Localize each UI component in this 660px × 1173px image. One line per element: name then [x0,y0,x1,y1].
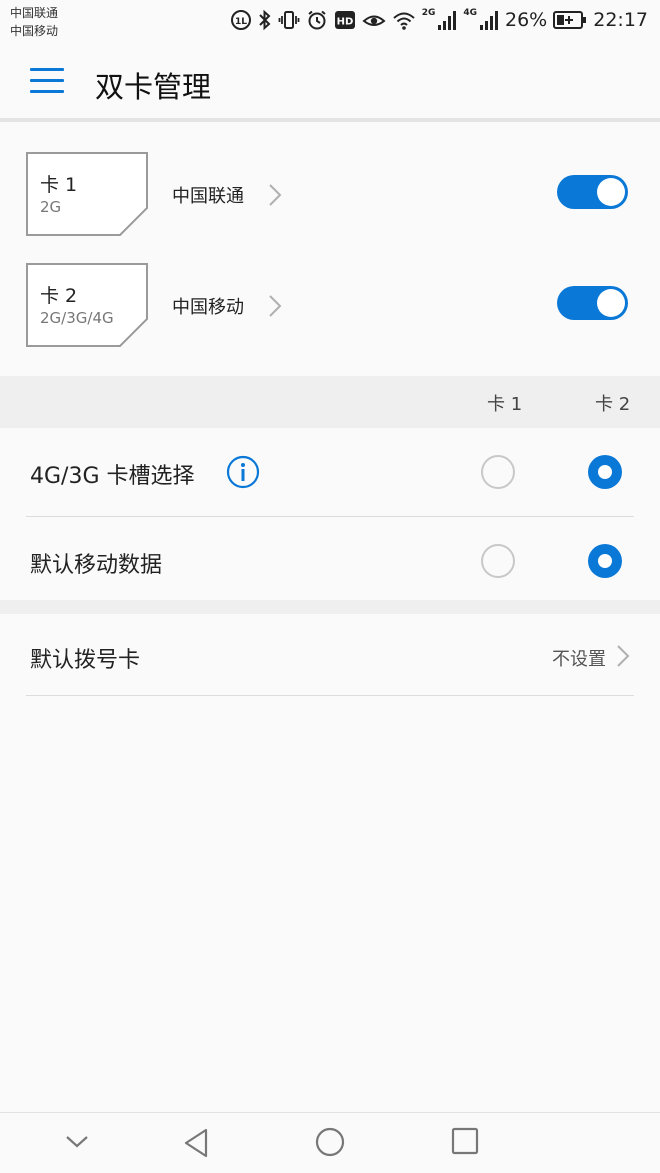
sim-2-carrier: 中国移动 [172,297,244,318]
carrier-2-label: 中国移动 [10,24,59,38]
sim-1-row: 卡 1 2G 中国联通 [0,150,660,240]
default-data-card1-radio[interactable] [481,544,515,578]
battery-charging-icon [553,11,587,29]
default-dial-row[interactable]: 默认拨号卡 不设置 [0,614,660,696]
info-icon[interactable] [226,455,260,489]
eye-comfort-icon [362,15,386,26]
column-card-2: 卡 2 [595,394,631,415]
status-icons: 1L HD 2G 4G 26% 22:17 [230,6,648,34]
svg-text:1L: 1L [235,17,247,27]
sim-1-name: 卡 1 [40,174,78,196]
sim-2-network: 2G/3G/4G [40,309,114,327]
menu-icon[interactable] [30,68,64,94]
alarm-icon [308,10,326,30]
network-type-1: 2G [421,8,436,18]
card-column-header: 卡 1 卡 2 [0,376,660,428]
bluetooth-icon [258,9,271,31]
back-triangle-icon[interactable] [182,1127,210,1159]
sim-1-network: 2G [40,198,62,216]
sim-1-toggle[interactable] [557,175,628,209]
slot-select-card2-radio[interactable] [588,455,622,489]
battery-percent: 26% [505,9,548,31]
default-dial-label: 默认拨号卡 [30,648,141,673]
carrier-labels: 中国联通 中国移动 [10,4,58,40]
status-bar: 中国联通 中国移动 1L HD 2G 4G 26% 22:17 [0,0,660,44]
home-circle-icon[interactable] [315,1127,345,1157]
navigation-bar [0,1112,660,1173]
wifi-icon [393,12,415,30]
column-card-1: 卡 1 [487,394,523,415]
svg-text:HD: HD [336,17,353,28]
default-data-row: 默认移动数据 [0,517,660,605]
sim-2-row: 卡 2 2G/3G/4G 中国移动 [0,261,660,351]
slot-select-row: 4G/3G 卡槽选择 [0,428,660,516]
chevron-right-icon [269,295,282,317]
recent-square-icon[interactable] [451,1127,479,1155]
sim-2-name: 卡 2 [40,285,78,307]
signal-1-icon [438,11,457,30]
chevron-right-icon [269,184,282,206]
sim-2-carrier-link[interactable]: 中国移动 [172,291,282,321]
chevron-down-icon[interactable] [64,1133,90,1151]
default-data-card2-radio[interactable] [588,544,622,578]
sim-1-carrier-link[interactable]: 中国联通 [172,180,282,210]
section-divider [0,600,660,614]
default-data-label: 默认移动数据 [30,553,163,578]
hd-icon: HD [334,11,355,29]
page-title: 双卡管理 [95,70,212,104]
carrier-1-label: 中国联通 [10,6,59,20]
hd-voice-icon: 1L [230,10,251,30]
vibrate-icon [278,11,300,29]
sim-2-card[interactable]: 卡 2 2G/3G/4G [26,263,150,347]
app-bar-divider [0,118,660,122]
default-dial-value: 不设置 [552,649,606,670]
clock: 22:17 [593,9,648,31]
slot-select-card1-radio[interactable] [481,455,515,489]
row-divider [26,695,634,696]
sim-2-toggle[interactable] [557,286,628,320]
sim-1-card[interactable]: 卡 1 2G [26,152,150,236]
app-bar: 双卡管理 [0,44,660,118]
network-type-2: 4G [463,8,477,18]
signal-2-icon [480,11,498,30]
slot-select-label: 4G/3G 卡槽选择 [30,464,195,489]
sim-1-carrier: 中国联通 [172,186,244,207]
chevron-right-icon [617,645,630,667]
